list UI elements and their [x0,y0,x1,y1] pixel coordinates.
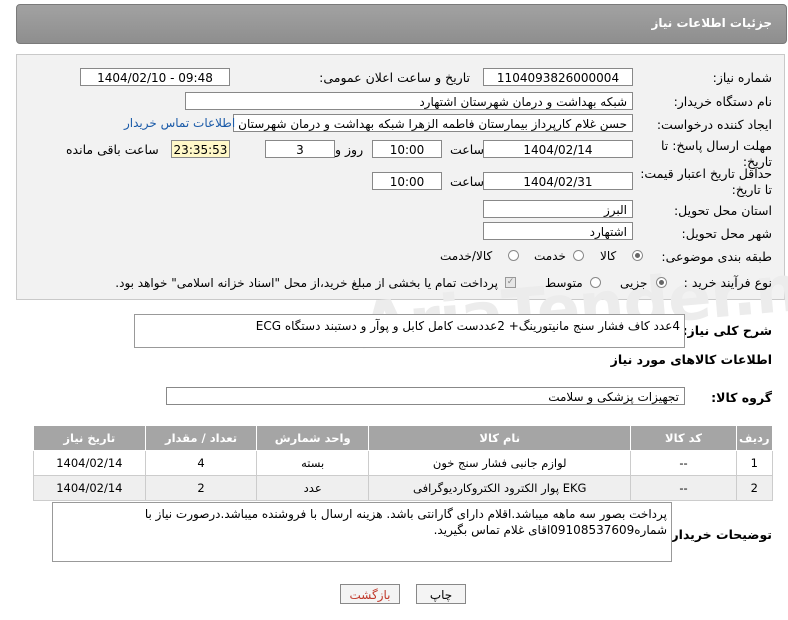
remaining-label: ساعت باقی مانده [66,142,159,157]
goods-section-title: اطلاعات کالاهای مورد نیاز [610,352,772,367]
cell-unit: بسته [256,450,370,476]
goods-group-field[interactable]: تجهیزات پزشکی و سلامت [166,387,685,405]
cell-quantity: 2 [144,475,258,501]
category-goods-radio[interactable] [632,250,643,261]
process-minor-radio[interactable] [656,277,667,288]
category-service-radio[interactable] [573,250,584,261]
buyer-notes-box[interactable]: پرداخت بصور سه ماهه میباشد.اقلام دارای گ… [52,502,672,562]
validity-time-field[interactable]: 10:00 [372,172,442,190]
col-item-code: کد کالا [630,425,737,451]
deadline-date-field[interactable]: 1404/02/14 [483,140,633,158]
goods-table: تاریخ نیاز تعداد / مقدار واحد شمارش نام … [33,425,774,501]
cell-unit: عدد [256,475,370,501]
process-medium-label: متوسط [545,276,583,290]
deadline-time-field[interactable]: 10:00 [372,140,442,158]
treasury-checkbox[interactable]: ✓ [505,277,516,288]
buyer-notes-text: پرداخت بصور سه ماهه میباشد.اقلام دارای گ… [144,507,667,537]
description-box[interactable]: 4عدد کاف فشار سنج مانیتورینگ+ 2عددست کام… [134,314,685,348]
col-row: ردیف [735,425,774,451]
creator-field[interactable]: حسن غلام کارپرداز بیمارستان فاطمه الزهرا… [233,114,633,132]
creator-label: ایجاد کننده درخواست: [656,117,772,132]
validity-time-label: ساعت [450,174,485,189]
deadline-time-label: ساعت [450,142,485,157]
description-label: شرح کلی نیاز: [682,323,772,338]
description-text: 4عدد کاف فشار سنج مانیتورینگ+ 2عددست کام… [255,319,680,333]
cell-item-name: لوازم جانبی فشار سنج خون [368,450,632,476]
cell-item-code: -- [630,475,737,501]
table-row[interactable]: 1404/02/14 2 عدد پوار الکترود الکتروکارد… [33,475,774,501]
cell-quantity: 4 [144,450,258,476]
col-unit: واحد شمارش [256,425,370,451]
cell-need-date: 1404/02/14 [33,475,146,501]
category-service-label: خدمت [534,249,566,263]
category-goods-label: کالا [600,249,617,263]
category-both-radio[interactable] [508,250,519,261]
contact-info-link[interactable]: اطلاعات تماس خریدار [124,116,235,130]
cell-item-name: پوار الکترود الکتروکاردیوگرافی EKG [368,475,632,501]
page-title: جزئیات اطلاعات نیاز [651,16,772,30]
cell-row: 1 [735,450,774,476]
need-number-field[interactable]: 1104093826000004 [483,68,633,86]
need-number-label: شماره نیاز: [712,70,772,85]
cell-row: 2 [735,475,774,501]
process-medium-radio[interactable] [590,277,601,288]
city-label: شهر محل تحویل: [681,226,772,241]
col-need-date: تاریخ نیاز [33,425,146,451]
category-label: طبقه بندی موضوعی: [661,249,772,264]
validity-label: حداقل تاریخ اعتبار قیمت: تا تاریخ: [640,166,772,197]
province-label: استان محل تحویل: [673,203,772,218]
buyer-notes-label: توضیحات خریدار: [666,527,772,542]
goods-group-label: گروه کالا: [711,390,772,405]
city-field[interactable]: اشتهارد [483,222,633,240]
process-minor-label: جزیی [620,276,648,290]
col-quantity: تعداد / مقدار [144,425,258,451]
validity-date-field[interactable]: 1404/02/31 [483,172,633,190]
back-button[interactable]: بازگشت [340,584,400,604]
col-item-name: نام کالا [368,425,632,451]
page-header: جزئیات اطلاعات نیاز [16,4,787,44]
buyer-org-label: نام دستگاه خریدار: [673,94,772,109]
table-header-row: تاریخ نیاز تعداد / مقدار واحد شمارش نام … [33,425,774,451]
buyer-org-field[interactable]: شبکه بهداشت و درمان شهرستان اشتهارد [185,92,633,110]
remaining-time-field: 23:35:53 [171,140,230,158]
process-label: نوع فرآیند خرید : [683,275,772,290]
announce-label: تاریخ و ساعت اعلان عمومی: [319,70,470,85]
cell-need-date: 1404/02/14 [33,450,146,476]
category-both-label: کالا/خدمت [440,249,493,263]
cell-item-code: -- [630,450,737,476]
province-field[interactable]: البرز [483,200,633,218]
print-button[interactable]: چاپ [416,584,466,604]
announce-field[interactable]: 1404/02/10 - 09:48 [80,68,230,86]
treasury-note: پرداخت تمام یا بخشی از مبلغ خرید،از محل … [115,276,498,290]
days-and-label: روز و [335,142,364,157]
days-field[interactable]: 3 [265,140,335,158]
table-row[interactable]: 1404/02/14 4 بسته لوازم جانبی فشار سنج خ… [33,450,774,476]
